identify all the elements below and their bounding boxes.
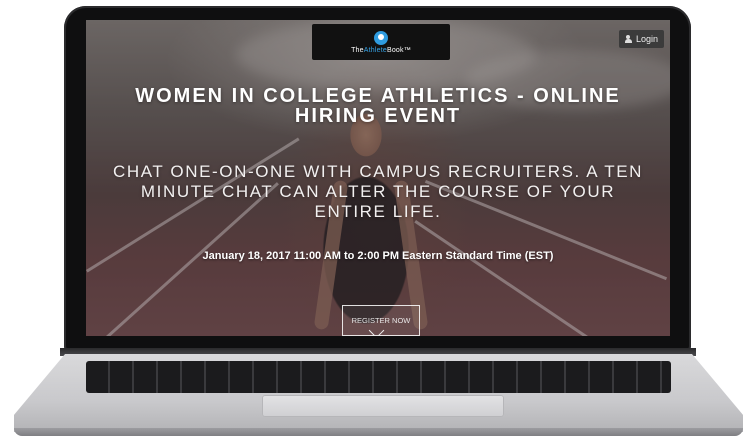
event-date: January 18, 2017 11:00 AM to 2:00 PM Eas… [202, 250, 554, 262]
browser-screen: TheAthleteBook™ Login WOMEN IN COLLEGE A… [86, 20, 670, 336]
user-icon [624, 35, 632, 43]
laptop-trackpad [262, 395, 504, 417]
event-tagline: CHAT ONE-ON-ONE WITH CAMPUS RECRUITERS. … [112, 162, 644, 221]
athlete-book-logo-icon [374, 30, 388, 45]
login-button[interactable]: Login [618, 30, 664, 48]
laptop-keyboard [86, 361, 671, 393]
site-logo[interactable]: TheAthleteBook™ [312, 24, 450, 60]
register-now-label: REGISTER NOW [351, 316, 411, 325]
login-label: Login [635, 34, 658, 44]
logo-text: TheAthleteBook™ [351, 46, 411, 54]
laptop-base-lip [14, 428, 743, 436]
event-title: WOMEN IN COLLEGE ATHLETICS - ONLINE HIRI… [135, 85, 621, 127]
